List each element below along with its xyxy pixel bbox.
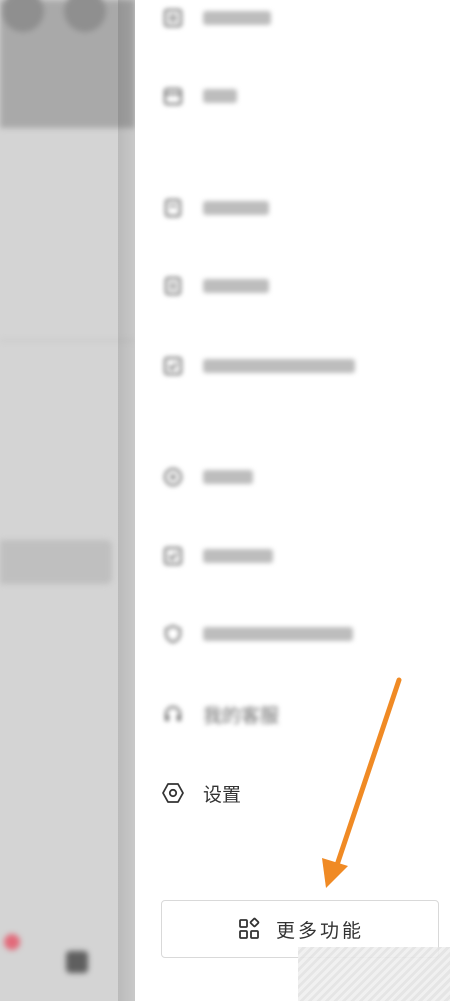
calendar-icon (159, 82, 187, 110)
headset-icon (159, 700, 187, 728)
menu-item-7[interactable] (159, 536, 439, 576)
list-icon (159, 4, 187, 32)
drawer-shadow (118, 0, 135, 1001)
document-icon (159, 272, 187, 300)
watermark (298, 947, 450, 1001)
mini-program-icon (159, 463, 187, 491)
hexagon-settings-icon (159, 779, 187, 807)
more-features-label: 更多功能 (275, 919, 364, 942)
menu-item-2[interactable] (159, 76, 439, 116)
menu-item-6[interactable] (159, 457, 439, 497)
menu-item-customer-service[interactable]: 我的客服 (159, 694, 439, 734)
menu-item-1[interactable] (159, 0, 439, 38)
menu-item-4[interactable] (159, 266, 439, 306)
background-divider (0, 340, 135, 341)
document-icon (159, 194, 187, 222)
shield-icon (159, 620, 187, 648)
menu-item-8[interactable] (159, 614, 439, 654)
menu-item-5[interactable] (159, 346, 439, 386)
background-badge-icon (4, 934, 20, 950)
background-app-panel (0, 0, 135, 1001)
background-grid-icon (66, 951, 88, 973)
menu-item-label: 我的客服 (203, 704, 280, 727)
menu-item-3[interactable] (159, 188, 439, 228)
menu-item-settings[interactable]: 设置 (159, 773, 439, 813)
side-drawer: 我的客服 设置 更多功能 (135, 0, 450, 1001)
background-bar (0, 540, 112, 584)
grid-icon (236, 916, 262, 942)
check-square-icon (159, 542, 187, 570)
checkbox-icon (159, 352, 187, 380)
menu-item-label: 设置 (203, 783, 242, 806)
